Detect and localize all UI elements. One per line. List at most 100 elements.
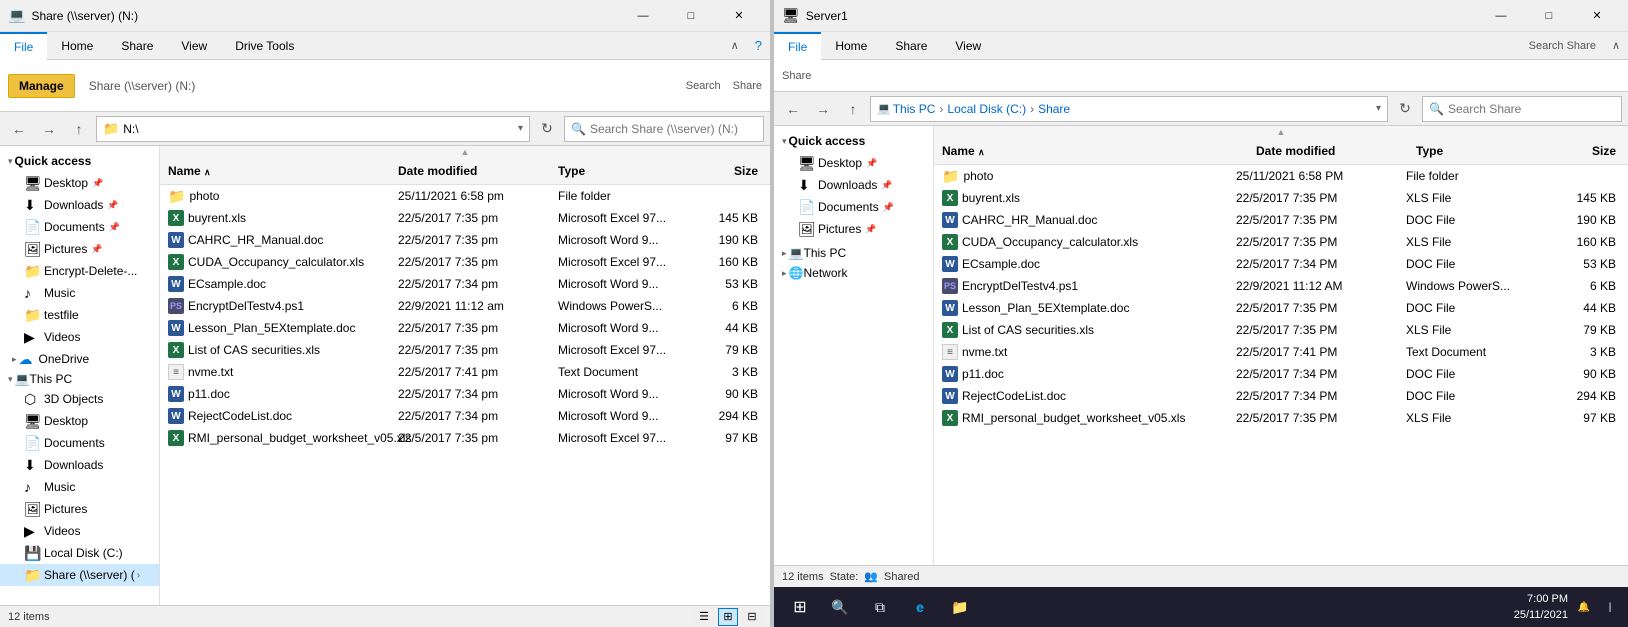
r-col-header-name[interactable]: Name ∧ bbox=[934, 142, 1248, 160]
table-row[interactable]: W ECsample.doc 22/5/2017 7:34 PM DOC Fil… bbox=[934, 253, 1628, 275]
table-row[interactable]: W RejectCodeList.doc 22/5/2017 7:34 PM D… bbox=[934, 385, 1628, 407]
sidebar-item-documents[interactable]: 📄 Documents 📌 bbox=[0, 216, 159, 238]
r-col-header-type[interactable]: Type bbox=[1408, 142, 1548, 160]
r-tab-view[interactable]: View bbox=[941, 32, 995, 60]
r-back-button[interactable]: ← bbox=[780, 96, 806, 122]
breadcrumb-share[interactable]: Share bbox=[1038, 102, 1070, 116]
tab-drivetools[interactable]: Drive Tools bbox=[221, 32, 308, 60]
table-row[interactable]: 📁 photo 25/11/2021 6:58 pm File folder bbox=[160, 185, 770, 207]
table-row[interactable]: W CAHRC_HR_Manual.doc 22/5/2017 7:35 PM … bbox=[934, 209, 1628, 231]
table-row[interactable]: X CUDA_Occupancy_calculator.xls 22/5/201… bbox=[934, 231, 1628, 253]
table-row[interactable]: W p11.doc 22/5/2017 7:34 pm Microsoft Wo… bbox=[160, 383, 770, 405]
r-col-header-size[interactable]: Size bbox=[1548, 142, 1628, 160]
r-refresh-button[interactable]: ↻ bbox=[1392, 96, 1418, 122]
r-sidebar-downloads[interactable]: ⬇ Downloads 📌 bbox=[774, 174, 933, 196]
table-row[interactable]: X RMI_personal_budget_worksheet_v05.xls … bbox=[160, 427, 770, 449]
r-col-header-date[interactable]: Date modified bbox=[1248, 142, 1408, 160]
up-button[interactable]: ↑ bbox=[66, 116, 92, 142]
tab-share[interactable]: Share bbox=[107, 32, 167, 60]
sidebar-item-share[interactable]: 📁 Share (\\server) ( › bbox=[0, 564, 159, 586]
table-row[interactable]: W Lesson_Plan_5EXtemplate.doc 22/5/2017 … bbox=[160, 317, 770, 339]
r-up-button[interactable]: ↑ bbox=[840, 96, 866, 122]
r-sidebar-documents[interactable]: 📄 Documents 📌 bbox=[774, 196, 933, 218]
minimize-button[interactable]: — bbox=[620, 2, 666, 30]
sort-collapse-arrow[interactable]: ▲ bbox=[461, 147, 470, 157]
col-header-name[interactable]: Name ∧ bbox=[160, 162, 390, 180]
breadcrumb-localdisk[interactable]: Local Disk (C:) bbox=[947, 102, 1026, 116]
table-row[interactable]: PS EncryptDelTestv4.ps1 22/9/2021 11:12 … bbox=[160, 295, 770, 317]
view-list-btn[interactable]: ⊞ bbox=[718, 608, 738, 626]
table-row[interactable]: W CAHRC_HR_Manual.doc 22/5/2017 7:35 pm … bbox=[160, 229, 770, 251]
sidebar-item-pictures[interactable]: 🖼 Pictures 📌 bbox=[0, 238, 159, 260]
sidebar-item-downloads2[interactable]: ⬇ Downloads bbox=[0, 454, 159, 476]
table-row[interactable]: X buyrent.xls 22/5/2017 7:35 pm Microsof… bbox=[160, 207, 770, 229]
view-details-btn[interactable]: ☰ bbox=[694, 608, 714, 626]
tab-file[interactable]: File bbox=[0, 32, 47, 60]
taskbar-notification-icon[interactable]: 🔔 bbox=[1572, 597, 1596, 617]
table-row[interactable]: ≡ nvme.txt 22/5/2017 7:41 pm Text Docume… bbox=[160, 361, 770, 383]
table-row[interactable]: PS EncryptDelTestv4.ps1 22/9/2021 11:12 … bbox=[934, 275, 1628, 297]
sidebar-item-localdisk[interactable]: 💾 Local Disk (C:) bbox=[0, 542, 159, 564]
taskbar-show-desktop-btn[interactable]: | bbox=[1600, 597, 1620, 617]
r-quick-access-header[interactable]: ▾ Quick access bbox=[774, 130, 933, 152]
r-search-input[interactable] bbox=[1448, 102, 1615, 116]
sidebar-item-downloads[interactable]: ⬇ Downloads 📌 bbox=[0, 194, 159, 216]
sidebar-item-encrypt[interactable]: 📁 Encrypt-Delete-... bbox=[0, 260, 159, 282]
refresh-button[interactable]: ↻ bbox=[534, 116, 560, 142]
breadcrumb-dropdown[interactable]: ▾ bbox=[1376, 103, 1381, 114]
ribbon-collapse-btn[interactable]: ∧ bbox=[723, 32, 747, 59]
table-row[interactable]: X List of CAS securities.xls 22/5/2017 7… bbox=[160, 339, 770, 361]
col-header-size[interactable]: Size bbox=[690, 162, 770, 180]
table-row[interactable]: X CUDA_Occupancy_calculator.xls 22/5/201… bbox=[160, 251, 770, 273]
view-large-btn[interactable]: ⊟ bbox=[742, 608, 762, 626]
taskbar-edge-btn[interactable]: e bbox=[902, 589, 938, 625]
sidebar-item-music2[interactable]: ♪ Music bbox=[0, 476, 159, 498]
sidebar-item-documents2[interactable]: 📄 Documents bbox=[0, 432, 159, 454]
this-pc-header[interactable]: ▾ 💻 This PC bbox=[0, 370, 159, 388]
r-tab-file[interactable]: File bbox=[774, 32, 821, 60]
sidebar-item-desktop[interactable]: 🖥 Desktop 📌 bbox=[0, 172, 159, 194]
table-row[interactable]: W RejectCodeList.doc 22/5/2017 7:34 pm M… bbox=[160, 405, 770, 427]
r-sidebar-pictures[interactable]: 🖼 Pictures 📌 bbox=[774, 218, 933, 240]
tab-home[interactable]: Home bbox=[47, 32, 107, 60]
sidebar-item-videos[interactable]: ▶ Videos bbox=[0, 326, 159, 348]
r-tab-share[interactable]: Share bbox=[881, 32, 941, 60]
table-row[interactable]: X RMI_personal_budget_worksheet_v05.xls … bbox=[934, 407, 1628, 429]
table-row[interactable]: W ECsample.doc 22/5/2017 7:34 pm Microso… bbox=[160, 273, 770, 295]
maximize-button[interactable]: □ bbox=[668, 2, 714, 30]
back-button[interactable]: ← bbox=[6, 116, 32, 142]
quick-access-header[interactable]: ▾ Quick access bbox=[0, 150, 159, 172]
sidebar-item-desktop2[interactable]: 🖥 Desktop bbox=[0, 410, 159, 432]
address-dropdown-icon[interactable]: ▾ bbox=[518, 123, 523, 134]
table-row[interactable]: 📁 photo 25/11/2021 6:58 PM File folder bbox=[934, 165, 1628, 187]
table-row[interactable]: X buyrent.xls 22/5/2017 7:35 PM XLS File… bbox=[934, 187, 1628, 209]
address-input[interactable] bbox=[123, 122, 514, 136]
r-thispc-header[interactable]: ▸ 💻 This PC bbox=[774, 244, 933, 262]
r-forward-button[interactable]: → bbox=[810, 96, 836, 122]
close-button[interactable]: ✕ bbox=[716, 2, 762, 30]
sidebar-item-3dobjects[interactable]: ⬡ 3D Objects bbox=[0, 388, 159, 410]
sidebar-item-onedrive[interactable]: ▸ ☁ OneDrive bbox=[0, 348, 159, 370]
col-header-date[interactable]: Date modified bbox=[390, 162, 550, 180]
r-network-header[interactable]: ▸ 🌐 Network bbox=[774, 264, 933, 282]
r-tab-home[interactable]: Home bbox=[821, 32, 881, 60]
table-row[interactable]: W p11.doc 22/5/2017 7:34 PM DOC File 90 … bbox=[934, 363, 1628, 385]
breadcrumb-thispc[interactable]: This PC bbox=[893, 102, 936, 116]
table-row[interactable]: ≡ nvme.txt 22/5/2017 7:41 PM Text Docume… bbox=[934, 341, 1628, 363]
r-close-button[interactable]: ✕ bbox=[1574, 2, 1620, 30]
tab-view[interactable]: View bbox=[167, 32, 221, 60]
taskbar-taskview-btn[interactable]: ⧉ bbox=[862, 589, 898, 625]
r-sidebar-desktop[interactable]: 🖥 Desktop 📌 bbox=[774, 152, 933, 174]
sidebar-item-music[interactable]: ♪ Music bbox=[0, 282, 159, 304]
taskbar-windows-btn[interactable]: ⊞ bbox=[782, 589, 818, 625]
table-row[interactable]: W Lesson_Plan_5EXtemplate.doc 22/5/2017 … bbox=[934, 297, 1628, 319]
col-header-type[interactable]: Type bbox=[550, 162, 690, 180]
sidebar-item-videos2[interactable]: ▶ Videos bbox=[0, 520, 159, 542]
manage-button[interactable]: Manage bbox=[8, 74, 75, 98]
r-sort-collapse-arrow[interactable]: ▲ bbox=[1277, 127, 1286, 137]
r-maximize-button[interactable]: □ bbox=[1526, 2, 1572, 30]
sidebar-item-pictures2[interactable]: 🖼 Pictures bbox=[0, 498, 159, 520]
taskbar-fileexp-btn[interactable]: 📁 bbox=[942, 589, 978, 625]
table-row[interactable]: X List of CAS securities.xls 22/5/2017 7… bbox=[934, 319, 1628, 341]
taskbar-search-btn[interactable]: 🔍 bbox=[822, 589, 858, 625]
